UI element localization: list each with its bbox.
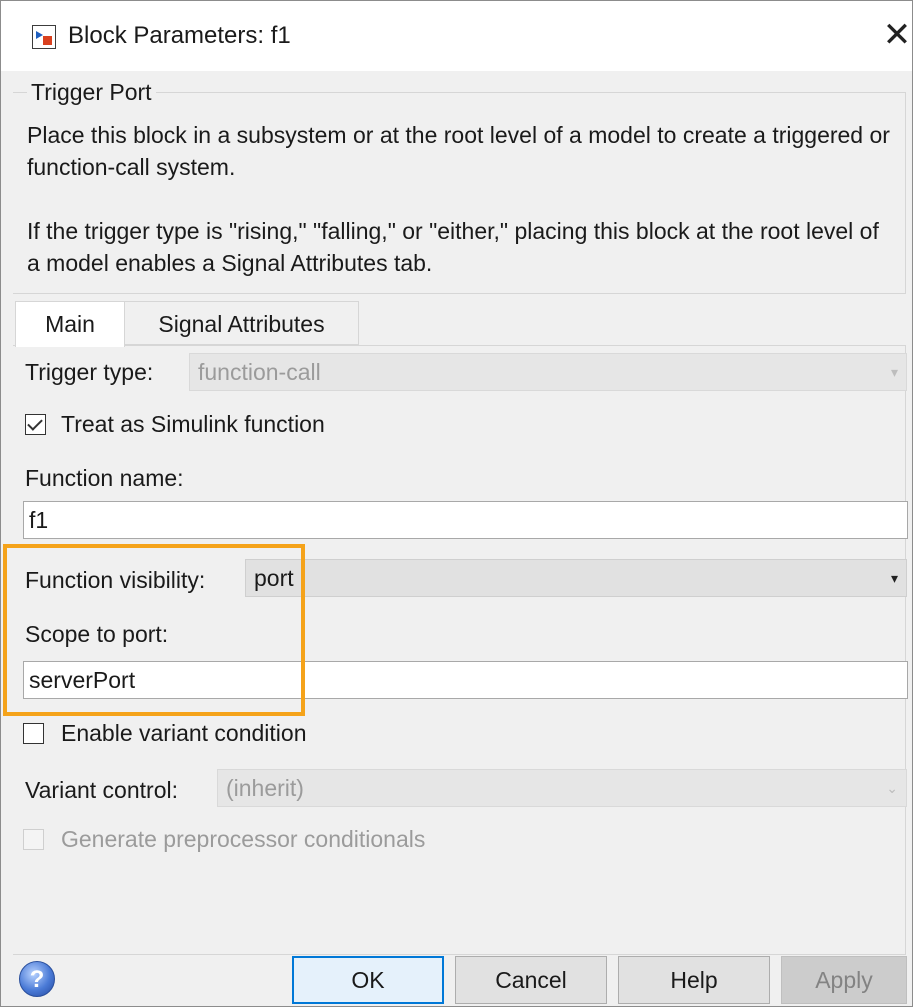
help-button[interactable]: Help [618,956,770,1004]
treat-as-simulink-function-label: Treat as Simulink function [61,411,325,437]
simulink-block-icon [32,25,56,49]
variant-control-label: Variant control: [25,777,178,803]
close-icon[interactable]: ✕ [877,15,913,55]
scope-to-port-label: Scope to port: [25,621,169,647]
help-icon[interactable]: ? [19,961,55,997]
block-description: Place this block in a subsystem or at th… [27,122,890,180]
trigger-type-value: function-call [198,359,321,385]
function-visibility-value: port [254,565,294,591]
chevron-down-icon: ⌄ [886,780,898,796]
scope-to-port-field[interactable]: serverPort [23,661,908,699]
treat-as-simulink-function-checkbox[interactable] [25,414,46,435]
title-bar: Block Parameters: f1 ✕ [1,1,912,71]
chevron-down-icon: ▾ [890,570,898,586]
apply-button: Apply [781,956,907,1004]
tab-main[interactable]: Main [15,301,125,347]
block-description-note: If the trigger type is "rising," "fallin… [27,218,879,276]
tab-signal-attributes[interactable]: Signal Attributes [125,301,359,345]
window-title: Block Parameters: f1 [68,22,291,49]
function-name-field[interactable]: f1 [23,501,908,539]
cancel-button[interactable]: Cancel [455,956,607,1004]
variant-control-value: (inherit) [226,775,304,801]
block-parameters-dialog: Block Parameters: f1 ✕ Trigger Port Plac… [0,0,913,1007]
group-title: Trigger Port [31,79,152,105]
function-visibility-select[interactable]: port ▾ [245,559,907,597]
trigger-type-label: Trigger type: [25,359,154,385]
chevron-down-icon: ▾ [890,364,898,380]
enable-variant-condition-label: Enable variant condition [61,720,307,746]
generate-preprocessor-conditionals-label: Generate preprocessor conditionals [61,826,426,852]
function-name-label: Function name: [25,465,184,491]
generate-preprocessor-conditionals-checkbox [23,829,44,850]
ok-button[interactable]: OK [292,956,444,1004]
enable-variant-condition-checkbox[interactable] [23,723,44,744]
function-visibility-label: Function visibility: [25,567,206,593]
trigger-type-select: function-call ▾ [189,353,907,391]
variant-control-select: (inherit) ⌄ [217,769,907,807]
